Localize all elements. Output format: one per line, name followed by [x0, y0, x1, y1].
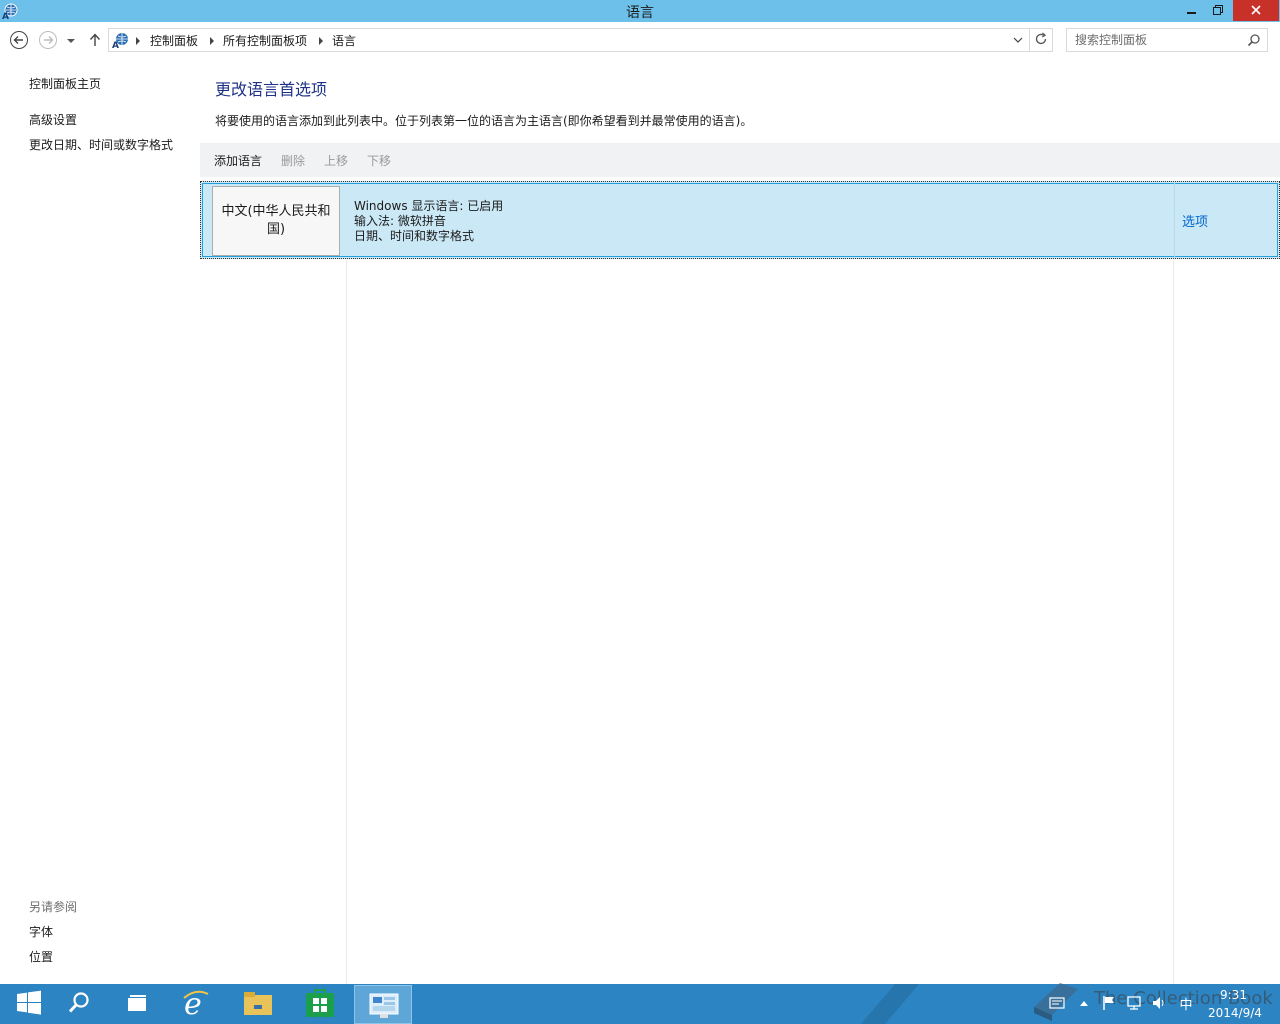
- taskbar: e The Collection Book 中 9:31 2014/9/4: [0, 983, 1280, 1024]
- breadcrumb-control-panel[interactable]: 控制面板: [150, 32, 198, 49]
- forward-arrow-icon: [38, 30, 58, 53]
- remove-button[interactable]: 删除: [281, 152, 305, 169]
- page-title: 更改语言首选项: [215, 80, 328, 99]
- search-icon[interactable]: [1247, 33, 1261, 47]
- recent-locations-button[interactable]: [64, 34, 78, 48]
- search-input[interactable]: [1067, 29, 1243, 51]
- up-arrow-icon: [89, 32, 101, 50]
- action-center-icon[interactable]: [1048, 994, 1066, 1012]
- breadcrumb-separator-icon[interactable]: [210, 37, 214, 45]
- see-also-heading: 另请参阅: [29, 900, 78, 914]
- title-bar[interactable]: A 语言: [0, 0, 1280, 22]
- volume-icon[interactable]: [1150, 994, 1168, 1012]
- task-view-button[interactable]: [108, 984, 166, 1024]
- refresh-icon: [1034, 32, 1048, 49]
- window-title: 语言: [626, 5, 654, 21]
- column-divider: [346, 260, 347, 984]
- language-options-link[interactable]: 选项: [1182, 211, 1208, 230]
- language-globe-icon: A: [111, 31, 131, 51]
- change-date-time-format-link[interactable]: 更改日期、时间或数字格式: [29, 136, 173, 153]
- restore-button[interactable]: [1205, 0, 1231, 21]
- move-up-button[interactable]: 上移: [324, 152, 348, 169]
- clock-date[interactable]: 2014/9/4: [1208, 1006, 1262, 1020]
- network-icon[interactable]: [1125, 994, 1143, 1012]
- control-panel-home-link[interactable]: 控制面板主页: [29, 75, 101, 92]
- input-method-indicator[interactable]: 中: [1177, 994, 1195, 1013]
- chevron-down-icon: [66, 34, 76, 48]
- move-down-button[interactable]: 下移: [367, 152, 391, 169]
- minimize-button[interactable]: [1180, 0, 1204, 21]
- add-language-button[interactable]: 添加语言: [214, 152, 262, 169]
- navigation-bar: A 控制面板 所有控制面板项 语言: [0, 22, 1280, 58]
- address-bar[interactable]: A 控制面板 所有控制面板项 语言: [108, 28, 1030, 52]
- page-description: 将要使用的语言添加到此列表中。位于列表第一位的语言为主语言(即你希望看到并最常使…: [215, 114, 753, 128]
- search-taskbar-button[interactable]: [50, 984, 108, 1024]
- date-time-format-info: 日期、时间和数字格式: [354, 229, 475, 243]
- folder-icon: [243, 990, 273, 1019]
- control-panel-taskbar-button[interactable]: [354, 985, 412, 1024]
- breadcrumb-all-items[interactable]: 所有控制面板项: [223, 32, 307, 49]
- control-panel-icon: [369, 992, 399, 1023]
- svg-text:A: A: [112, 41, 119, 49]
- taskbar-decor-stripe: [861, 984, 919, 1024]
- breadcrumb-separator-icon[interactable]: [136, 37, 140, 45]
- back-arrow-icon: [9, 30, 29, 53]
- close-icon: [1251, 4, 1261, 18]
- main-content: 更改语言首选项 将要使用的语言添加到此列表中。位于列表第一位的语言为主语言(即你…: [200, 58, 1280, 984]
- windows-logo-icon: [16, 990, 42, 1019]
- internet-explorer-icon: e: [181, 987, 211, 1022]
- task-view-icon: [125, 993, 149, 1016]
- store-button[interactable]: [291, 984, 349, 1024]
- location-link[interactable]: 位置: [29, 948, 53, 965]
- language-row-selected[interactable]: 中文(中华人民共和国) Windows 显示语言: 已启用 输入法: 微软拼音 …: [200, 181, 1280, 259]
- search-box[interactable]: [1066, 28, 1268, 52]
- restore-icon: [1213, 4, 1223, 18]
- file-explorer-button[interactable]: [229, 984, 287, 1024]
- refresh-button[interactable]: [1029, 28, 1053, 52]
- advanced-settings-link[interactable]: 高级设置: [29, 111, 77, 128]
- show-hidden-icons-icon[interactable]: [1075, 994, 1093, 1012]
- forward-button[interactable]: [37, 30, 59, 52]
- row-column-divider: [1174, 182, 1175, 258]
- flag-icon[interactable]: [1100, 994, 1118, 1012]
- up-button[interactable]: [86, 31, 104, 51]
- breadcrumb-language[interactable]: 语言: [332, 32, 356, 49]
- column-divider: [1173, 260, 1174, 984]
- search-icon: [67, 991, 91, 1018]
- minimize-icon: [1187, 4, 1197, 18]
- internet-explorer-button[interactable]: e: [167, 984, 225, 1024]
- store-icon: [305, 988, 335, 1021]
- language-list: 中文(中华人民共和国) Windows 显示语言: 已启用 输入法: 微软拼音 …: [200, 180, 1280, 984]
- fonts-link[interactable]: 字体: [29, 923, 53, 940]
- clock-time[interactable]: 9:31: [1220, 988, 1247, 1002]
- breadcrumb-separator-icon[interactable]: [319, 37, 323, 45]
- left-navigation-pane: 控制面板主页 高级设置 更改日期、时间或数字格式 另请参阅 字体 位置: [0, 58, 200, 984]
- language-toolbar: 添加语言 删除 上移 下移: [200, 143, 1280, 177]
- close-button[interactable]: [1233, 0, 1279, 21]
- language-name-tile[interactable]: 中文(中华人民共和国): [212, 186, 340, 256]
- address-history-dropdown[interactable]: [1011, 33, 1025, 47]
- back-button[interactable]: [8, 30, 30, 52]
